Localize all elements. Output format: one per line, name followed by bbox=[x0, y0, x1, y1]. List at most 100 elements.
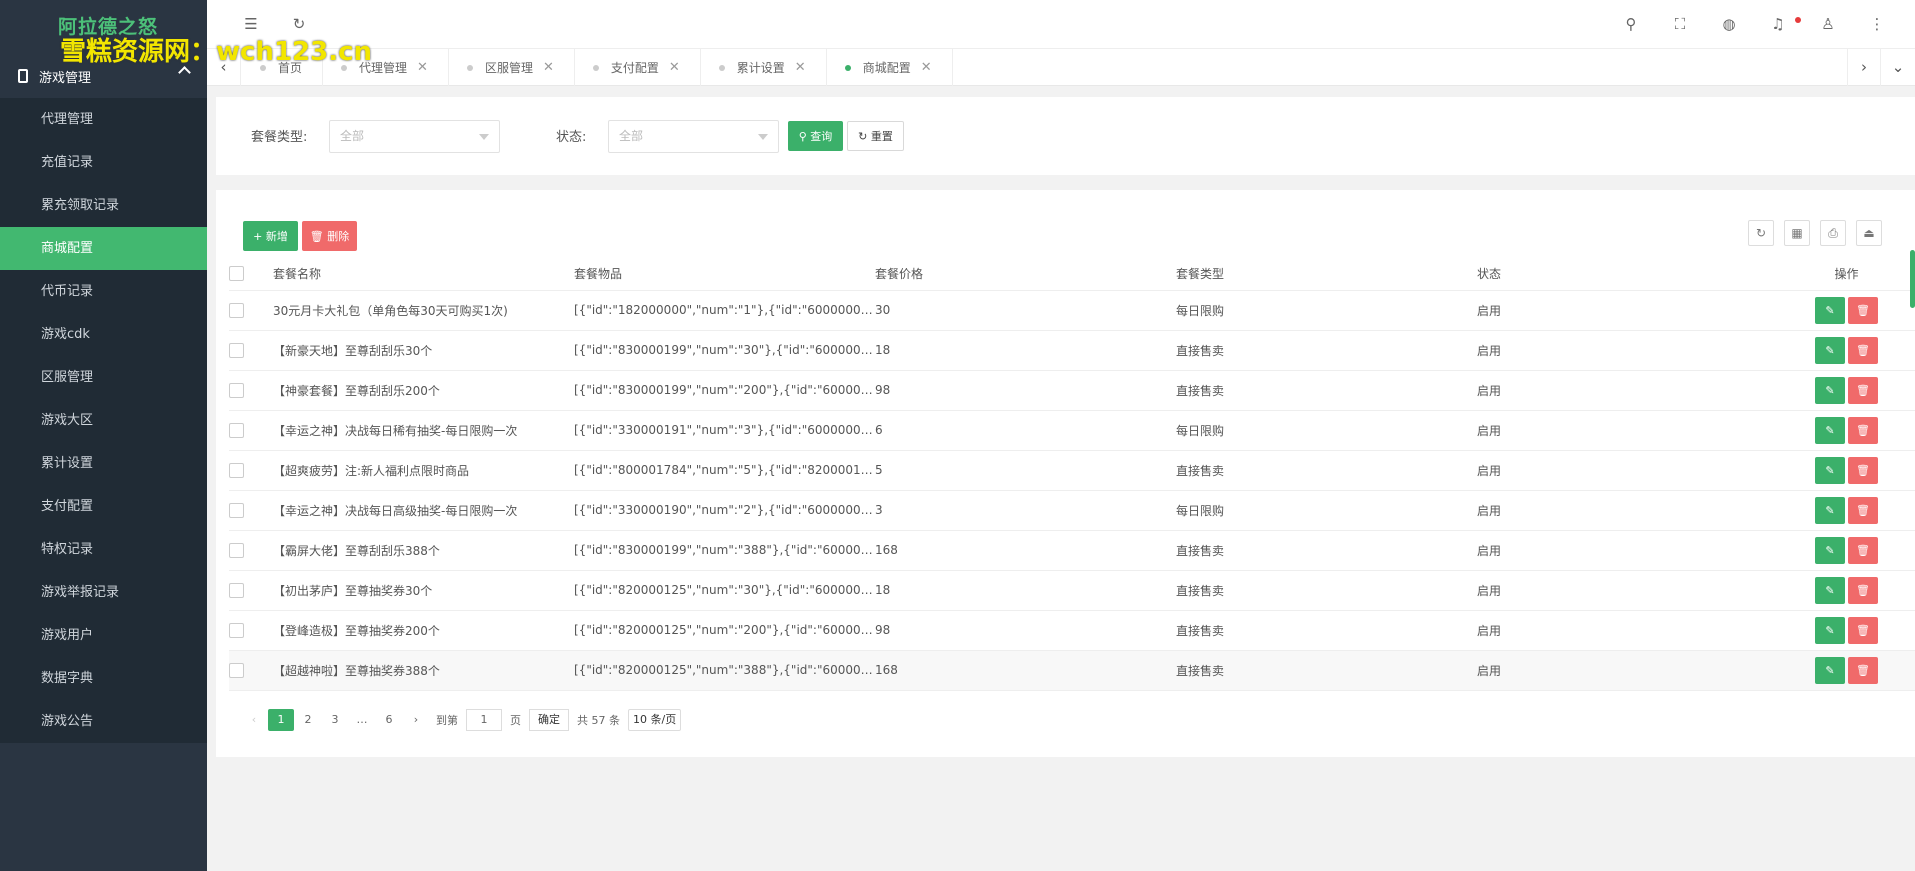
sidebar-item[interactable]: 游戏公告 bbox=[0, 700, 207, 743]
row-checkbox[interactable] bbox=[229, 542, 244, 558]
row-checkbox[interactable] bbox=[229, 342, 244, 358]
edit-icon[interactable]: ✎ bbox=[1815, 616, 1845, 644]
row-checkbox[interactable] bbox=[229, 422, 244, 438]
add-button[interactable]: + 新增 bbox=[243, 221, 298, 251]
sidebar-item[interactable]: 代币记录 bbox=[0, 270, 207, 313]
close-icon[interactable]: ✕ bbox=[921, 60, 932, 75]
status-select[interactable]: 全部 bbox=[608, 120, 779, 153]
row-checkbox[interactable] bbox=[229, 302, 244, 318]
sidebar-item[interactable]: 游戏举报记录 bbox=[0, 571, 207, 614]
sidebar-item[interactable]: 游戏用户 bbox=[0, 614, 207, 657]
table-row[interactable]: 【新豪天地】至尊刮刮乐30个 [{"id":"830000199","num":"… bbox=[229, 330, 1915, 371]
tab[interactable]: 商城配置 ✕ bbox=[827, 49, 953, 86]
trash-icon[interactable]: 🗑 bbox=[1848, 616, 1878, 644]
query-button[interactable]: ⚲ 查询 bbox=[788, 121, 843, 151]
table-row[interactable]: 【超越神啦】至尊抽奖券388个 [{"id":"820000125","num":… bbox=[229, 650, 1915, 691]
edit-icon[interactable]: ✎ bbox=[1815, 536, 1845, 564]
edit-icon[interactable]: ✎ bbox=[1815, 416, 1845, 444]
edit-icon[interactable]: ✎ bbox=[1815, 496, 1845, 524]
page-size-select[interactable]: 10 条/页 bbox=[628, 709, 682, 731]
reset-button[interactable]: ↻ 重置 bbox=[847, 121, 904, 151]
sidebar-item[interactable]: 游戏大区 bbox=[0, 399, 207, 442]
select-all-checkbox[interactable] bbox=[229, 266, 244, 282]
status-cell: 启用 bbox=[1477, 370, 1778, 411]
page-number[interactable]: 1 bbox=[268, 709, 294, 731]
page-number[interactable]: 3 bbox=[322, 709, 348, 731]
tab[interactable]: 累计设置 ✕ bbox=[701, 49, 827, 86]
sidebar-item[interactable]: 游戏cdk bbox=[0, 313, 207, 356]
sidebar-item[interactable]: 商城配置 bbox=[0, 227, 207, 270]
sidebar-item[interactable]: 区服管理 bbox=[0, 356, 207, 399]
trash-icon[interactable]: 🗑 bbox=[1848, 456, 1878, 484]
goto-page-input[interactable]: 1 bbox=[466, 709, 502, 731]
sidebar-item[interactable]: 特权记录 bbox=[0, 528, 207, 571]
edit-icon[interactable]: ✎ bbox=[1815, 376, 1845, 404]
sidebar-item[interactable]: 充值记录 bbox=[0, 141, 207, 184]
row-checkbox[interactable] bbox=[229, 382, 244, 398]
close-icon[interactable]: ✕ bbox=[417, 60, 428, 75]
watermark: 雪糕资源网：wch123.cn bbox=[60, 37, 373, 67]
table-row[interactable]: 【霸屏大佬】至尊刮刮乐388个 [{"id":"830000199","num":… bbox=[229, 530, 1915, 571]
prev-page-icon[interactable]: ‹ bbox=[241, 709, 267, 731]
close-icon[interactable]: ✕ bbox=[543, 60, 554, 75]
more-vertical-icon[interactable]: ⋮ bbox=[1866, 13, 1888, 35]
close-icon[interactable]: ✕ bbox=[795, 60, 806, 75]
trash-icon[interactable]: 🗑 bbox=[1848, 536, 1878, 564]
table-row[interactable]: 30元月卡大礼包（单角色每30天可购买1次) [{"id":"182000000"… bbox=[229, 290, 1915, 331]
edit-icon[interactable]: ✎ bbox=[1815, 456, 1845, 484]
table-row[interactable]: 【幸运之神】决战每日稀有抽奖-每日限购一次 [{"id":"330000191",… bbox=[229, 410, 1915, 451]
trash-icon[interactable]: 🗑 bbox=[1848, 496, 1878, 524]
trash-icon[interactable]: 🗑 bbox=[1848, 656, 1878, 684]
sidebar-item[interactable]: 数据字典 bbox=[0, 657, 207, 700]
export-icon[interactable]: ⏏ bbox=[1856, 220, 1882, 246]
package-type-select[interactable]: 全部 bbox=[329, 120, 500, 153]
table-row[interactable]: 【超爽疲劳】注:新人福利点限时商品 [{"id":"800001784","num… bbox=[229, 450, 1915, 491]
row-checkbox[interactable] bbox=[229, 622, 244, 638]
tab[interactable]: 支付配置 ✕ bbox=[575, 49, 701, 86]
table-row[interactable]: 【神豪套餐】至尊刮刮乐200个 [{"id":"830000199","num":… bbox=[229, 370, 1915, 411]
close-icon[interactable]: ✕ bbox=[669, 60, 680, 75]
globe-icon[interactable]: ◍ bbox=[1718, 13, 1740, 35]
delete-button[interactable]: 🗑 删除 bbox=[302, 221, 357, 251]
trash-icon[interactable]: 🗑 bbox=[1848, 576, 1878, 604]
sidebar-item[interactable]: 代理管理 bbox=[0, 98, 207, 141]
edit-icon[interactable]: ✎ bbox=[1815, 296, 1845, 324]
trash-icon: 🗑 bbox=[309, 230, 324, 243]
tab-status-dot bbox=[592, 64, 599, 71]
fullscreen-icon[interactable]: ⛶ bbox=[1669, 13, 1691, 35]
columns-icon[interactable]: ▦ bbox=[1784, 220, 1810, 246]
edit-icon[interactable]: ✎ bbox=[1815, 576, 1845, 604]
sidebar-item[interactable]: 支付配置 bbox=[0, 485, 207, 528]
sidebar-item[interactable]: 累计设置 bbox=[0, 442, 207, 485]
scrollbar-thumb[interactable] bbox=[1910, 250, 1915, 308]
trash-icon[interactable]: 🗑 bbox=[1848, 376, 1878, 404]
table-row[interactable]: 【登峰造极】至尊抽奖券200个 [{"id":"820000125","num":… bbox=[229, 610, 1915, 651]
row-checkbox[interactable] bbox=[229, 502, 244, 518]
tab-label: 商城配置 bbox=[862, 61, 911, 75]
user-icon[interactable]: ♙ bbox=[1817, 13, 1839, 35]
bell-icon[interactable]: ♫ bbox=[1767, 13, 1789, 35]
sidebar-item[interactable]: 累充领取记录 bbox=[0, 184, 207, 227]
search-icon: ⚲ bbox=[798, 130, 807, 143]
tab-scroll-right-icon[interactable]: › bbox=[1847, 49, 1881, 86]
dropdown-caret-icon bbox=[479, 134, 489, 140]
row-checkbox[interactable] bbox=[229, 582, 244, 598]
edit-icon[interactable]: ✎ bbox=[1815, 656, 1845, 684]
page-number[interactable]: 6 bbox=[376, 709, 402, 731]
tab[interactable]: 区服管理 ✕ bbox=[449, 49, 575, 86]
page-number[interactable]: 2 bbox=[295, 709, 321, 731]
tab-dropdown-icon[interactable]: ⌄ bbox=[1881, 49, 1915, 86]
confirm-button[interactable]: 确定 bbox=[529, 709, 569, 731]
search-icon[interactable]: ⚲ bbox=[1620, 13, 1642, 35]
print-icon[interactable]: ⎙ bbox=[1820, 220, 1846, 246]
edit-icon[interactable]: ✎ bbox=[1815, 336, 1845, 364]
trash-icon[interactable]: 🗑 bbox=[1848, 336, 1878, 364]
table-row[interactable]: 【初出茅庐】至尊抽奖券30个 [{"id":"820000125","num":"… bbox=[229, 570, 1915, 611]
next-page-icon[interactable]: › bbox=[403, 709, 429, 731]
refresh-table-icon[interactable]: ↻ bbox=[1748, 220, 1774, 246]
row-checkbox[interactable] bbox=[229, 462, 244, 478]
row-checkbox[interactable] bbox=[229, 662, 244, 678]
trash-icon[interactable]: 🗑 bbox=[1848, 296, 1878, 324]
table-row[interactable]: 【幸运之神】决战每日高级抽奖-每日限购一次 [{"id":"330000190",… bbox=[229, 490, 1915, 531]
trash-icon[interactable]: 🗑 bbox=[1848, 416, 1878, 444]
